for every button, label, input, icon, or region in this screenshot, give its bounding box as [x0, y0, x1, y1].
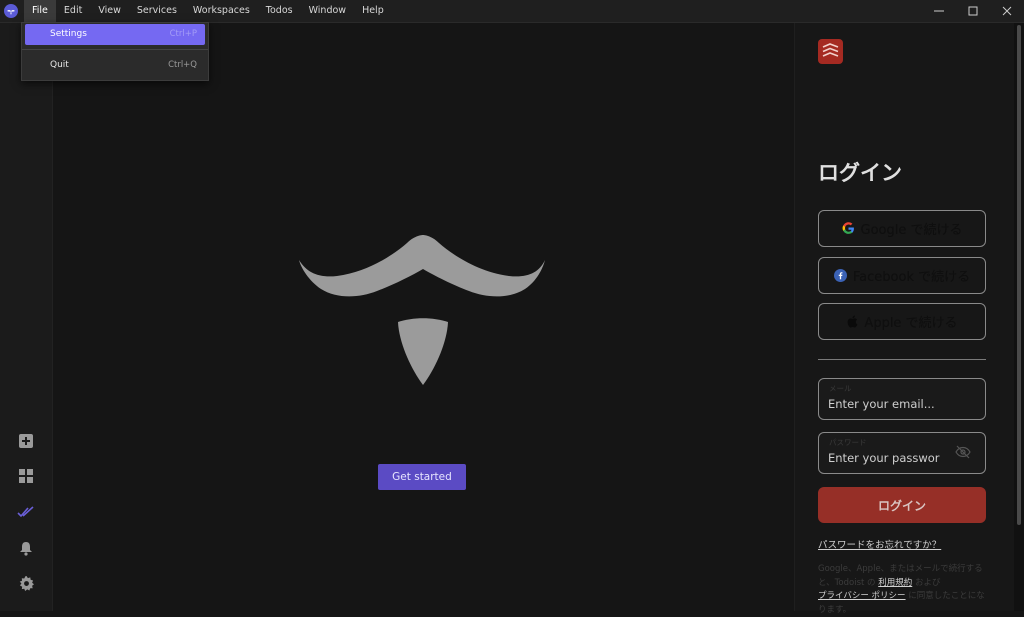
- close-window-button[interactable]: [990, 0, 1024, 22]
- workspaces-button[interactable]: [14, 464, 38, 488]
- menu-window[interactable]: Window: [301, 0, 354, 22]
- email-input[interactable]: [828, 397, 940, 411]
- minimize-icon: [934, 10, 944, 12]
- menu-edit[interactable]: Edit: [56, 0, 90, 22]
- apple-icon: [848, 315, 858, 328]
- welcome-area: Get started: [53, 23, 793, 611]
- eye-off-icon[interactable]: [955, 445, 971, 459]
- menu-item-settings[interactable]: Settings Ctrl+P: [25, 24, 205, 45]
- password-field[interactable]: パスワード: [818, 432, 986, 474]
- add-service-button[interactable]: [14, 429, 38, 453]
- close-icon: [1002, 6, 1012, 16]
- window-controls: [922, 0, 1024, 22]
- menu-workspaces[interactable]: Workspaces: [185, 0, 258, 22]
- sidebar: [0, 23, 53, 611]
- email-label: メール: [829, 384, 852, 393]
- menu-separator: [22, 49, 208, 50]
- gear-icon: [19, 575, 34, 591]
- menu-item-quit[interactable]: Quit Ctrl+Q: [25, 55, 205, 76]
- scrollbar-thumb[interactable]: [1017, 25, 1021, 525]
- privacy-policy-link[interactable]: プライバシー ポリシー: [818, 591, 906, 601]
- get-started-button[interactable]: Get started: [378, 464, 466, 490]
- facebook-login-label: Facebook で続ける: [852, 270, 971, 285]
- terms-text: Google、Apple、またはメールで続行すると、Todoist の 利用規約…: [818, 563, 993, 617]
- login-panel: ログイン Google で続ける Facebook で続ける Apple で続け…: [794, 23, 1015, 615]
- maximize-button[interactable]: [956, 0, 990, 22]
- settings-button[interactable]: [14, 571, 38, 595]
- terms-of-service-link[interactable]: 利用規約: [878, 578, 912, 588]
- google-icon: [842, 222, 854, 234]
- menu-bar: File Edit View Services Workspaces Todos…: [24, 0, 392, 22]
- menu-file[interactable]: File: [24, 0, 56, 22]
- todoist-logo-icon: [818, 39, 843, 64]
- grid-icon: [19, 469, 33, 483]
- add-box-icon: [19, 434, 33, 448]
- email-field[interactable]: メール: [818, 378, 986, 420]
- divider: [818, 359, 986, 360]
- facebook-icon: [833, 269, 847, 282]
- maximize-icon: [968, 6, 978, 16]
- password-input[interactable]: [828, 451, 940, 465]
- password-label: パスワード: [829, 438, 867, 447]
- menu-todos[interactable]: Todos: [258, 0, 301, 22]
- minimize-button[interactable]: [922, 0, 956, 22]
- file-menu-dropdown: Settings Ctrl+P Quit Ctrl+Q: [21, 22, 209, 81]
- ferdium-logo: [299, 235, 545, 385]
- app-logo-icon: [4, 4, 18, 18]
- terms-and: および: [914, 577, 941, 588]
- title-bar: File Edit View Services Workspaces Todos…: [0, 0, 1024, 23]
- apple-login-label: Apple で続ける: [864, 316, 958, 331]
- menu-view[interactable]: View: [90, 0, 129, 22]
- login-panel-scrollbar[interactable]: [1014, 23, 1024, 611]
- bell-icon: [20, 541, 32, 556]
- google-login-label: Google で続ける: [860, 223, 963, 238]
- google-login-button[interactable]: Google で続ける: [818, 210, 986, 247]
- apple-login-button[interactable]: Apple で続ける: [818, 303, 986, 340]
- settings-shortcut: Ctrl+P: [169, 29, 197, 39]
- quit-label: Quit: [50, 60, 69, 70]
- notifications-button[interactable]: [14, 536, 38, 560]
- double-check-icon: [17, 506, 34, 518]
- menu-services[interactable]: Services: [129, 0, 185, 22]
- todos-button[interactable]: [14, 500, 38, 524]
- login-submit-button[interactable]: ログイン: [818, 487, 986, 523]
- settings-label: Settings: [50, 29, 87, 39]
- facebook-login-button[interactable]: Facebook で続ける: [818, 257, 986, 294]
- forgot-password-link[interactable]: パスワードをお忘れですか？: [818, 537, 941, 551]
- menu-help[interactable]: Help: [354, 0, 392, 22]
- login-title: ログイン: [818, 161, 902, 185]
- quit-shortcut: Ctrl+Q: [168, 60, 197, 70]
